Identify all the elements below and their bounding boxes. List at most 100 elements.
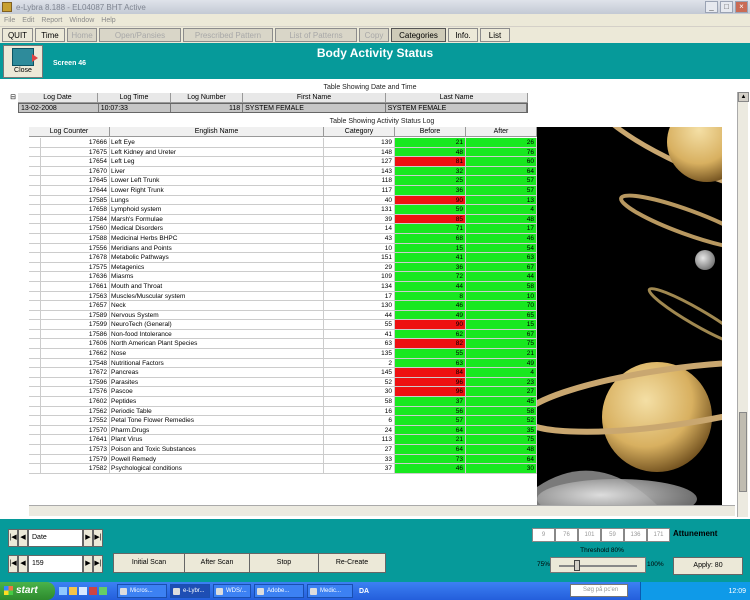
date-nav-field[interactable]: Date xyxy=(28,529,83,547)
table-row[interactable]: 17636 Miasms 109 72 44 xyxy=(29,272,537,282)
folder-icon[interactable] xyxy=(69,587,77,595)
menu-edit[interactable]: Edit xyxy=(22,17,34,24)
table-row[interactable]: 17556 Meridians and Points 10 15 54 xyxy=(29,243,537,254)
threshold-slider[interactable] xyxy=(550,557,646,573)
prev-record-icon[interactable]: ◀ xyxy=(18,555,28,573)
menu-report[interactable]: Report xyxy=(41,17,62,24)
maximize-button[interactable]: □ xyxy=(720,1,733,13)
table-row[interactable]: 17573 Poison and Toxic Substances 27 64 48 xyxy=(29,445,537,455)
open-pansies-button[interactable]: Open/Pansies xyxy=(99,28,181,42)
table-row[interactable]: 17575 Metagenics 29 36 67 xyxy=(29,262,537,273)
table-row[interactable]: 17585 Lungs 40 90 13 xyxy=(29,195,537,206)
table-row[interactable]: 17589 Nervous System 44 49 65 xyxy=(29,310,537,321)
prev-record-icon[interactable]: ◀ xyxy=(18,529,28,547)
table-row[interactable]: 17570 Pharm.Drugs 24 64 35 xyxy=(29,425,537,436)
table-row[interactable]: 17586 Non-food Intolerance 41 62 67 xyxy=(29,329,537,340)
slider-thumb[interactable] xyxy=(573,560,580,571)
table-row[interactable]: 17596 Parasites 52 96 23 xyxy=(29,377,537,388)
task-microsoft[interactable]: Micros... xyxy=(117,584,167,598)
table-row[interactable]: 17582 Psychological conditions 37 46 30 xyxy=(29,464,537,474)
table-row[interactable]: 17670 Liver 143 32 64 xyxy=(29,166,537,177)
re-create-button[interactable]: Re-Create xyxy=(318,553,386,573)
cell-log-counter: 17666 xyxy=(41,138,110,147)
record-nav-field[interactable]: 159 xyxy=(28,555,83,573)
minimize-button[interactable]: _ xyxy=(705,1,718,13)
prescribed-pattern-button[interactable]: Prescribed Pattern xyxy=(183,28,273,42)
cell-log-counter: 17658 xyxy=(41,205,110,214)
att-value: 9 xyxy=(532,528,555,542)
language-indicator[interactable]: DA xyxy=(359,588,369,595)
cell-english-name: Left Leg xyxy=(110,157,324,166)
apply-button[interactable]: Apply: 80 xyxy=(673,557,743,575)
task-wds[interactable]: WDS/... xyxy=(213,584,251,598)
last-record-icon[interactable]: ▶| xyxy=(93,529,103,547)
table-row[interactable]: 17658 Lymphoid system 131 59 4 xyxy=(29,205,537,215)
task-elybra[interactable]: e-Lybr... xyxy=(170,584,210,598)
scroll-up-arrow[interactable]: ▲ xyxy=(738,92,749,102)
task-adobe[interactable]: Adobe... xyxy=(254,584,304,598)
table-row[interactable]: 17560 Medical Disorders 14 71 17 xyxy=(29,224,537,234)
table-row[interactable]: 17675 Left Kidney and Ureter 148 48 76 xyxy=(29,147,537,158)
table-row[interactable]: 17644 Lower Right Trunk 117 36 57 xyxy=(29,185,537,196)
scroll-thumb[interactable] xyxy=(739,412,747,492)
table-row[interactable]: 17602 Peptides 58 37 45 xyxy=(29,397,537,407)
table-row[interactable]: 17606 North American Plant Species 63 82 75 xyxy=(29,339,537,350)
copy-button[interactable]: Copy xyxy=(359,28,389,42)
after-scan-button[interactable]: After Scan xyxy=(184,553,250,573)
list-button[interactable]: List xyxy=(480,28,510,42)
row-selector xyxy=(29,262,41,272)
quit-button[interactable]: QUIT xyxy=(2,28,33,42)
row-selector xyxy=(29,339,41,349)
list-of-patterns-button[interactable]: List of Patterns xyxy=(275,28,357,42)
table-row[interactable]: 17548 Nutritional Factors 2 63 49 xyxy=(29,358,537,369)
table-row[interactable]: 17678 Metabolic Pathways 151 41 63 xyxy=(29,253,537,263)
table-row[interactable]: 17657 Neck 130 46 70 xyxy=(29,301,537,311)
first-record-icon[interactable]: |◀ xyxy=(8,529,18,547)
home-button[interactable]: Home xyxy=(67,28,97,42)
app-icon[interactable] xyxy=(99,587,107,595)
menu-help[interactable]: Help xyxy=(101,17,115,24)
row-selector xyxy=(29,138,41,147)
table-row[interactable]: 17666 Left Eye 139 21 26 xyxy=(29,138,537,148)
table-row[interactable]: 17552 Petal Tone Flower Remedies 6 57 52 xyxy=(29,416,537,426)
expand-toggle[interactable]: ⊟ xyxy=(8,93,18,103)
horizontal-scrollbar[interactable] xyxy=(29,505,735,516)
table-row[interactable]: 17584 Marsh's Formulae 39 85 48 xyxy=(29,214,537,225)
cell-after: 30 xyxy=(466,464,537,473)
vertical-scrollbar[interactable]: ▲ xyxy=(737,92,749,517)
table-row[interactable]: 17672 Pancreas 145 84 4 xyxy=(29,368,537,378)
table-row[interactable]: 17576 Pascoe 30 96 27 xyxy=(29,387,537,398)
table-row[interactable]: 17661 Mouth and Throat 134 44 58 xyxy=(29,281,537,292)
table-row[interactable]: 17563 Muscles/Muscular system 17 8 10 xyxy=(29,291,537,302)
start-button[interactable]: start xyxy=(0,582,55,600)
info-button[interactable]: Info. xyxy=(448,28,478,42)
table-row[interactable]: 17599 NeuroTech (General) 55 90 15 xyxy=(29,320,537,330)
categories-button[interactable]: Categories xyxy=(391,28,446,42)
table-row[interactable]: 17562 Periodic Table 16 56 58 xyxy=(29,406,537,417)
desktop-icon[interactable] xyxy=(79,587,87,595)
time-button[interactable]: Time xyxy=(35,28,65,42)
app-icon[interactable] xyxy=(89,587,97,595)
menu-window[interactable]: Window xyxy=(69,17,94,24)
next-record-icon[interactable]: ▶ xyxy=(83,529,93,547)
table-row[interactable]: 17645 Lower Left Trunk 118 25 57 xyxy=(29,176,537,186)
menu-file[interactable]: File xyxy=(4,17,15,24)
table-row[interactable]: 17588 Medicinal Herbs BHPC 43 68 46 xyxy=(29,233,537,244)
stop-button[interactable]: Stop xyxy=(249,553,319,573)
table-row[interactable]: 17641 Plant Virus 113 21 75 xyxy=(29,435,537,445)
date-table-row[interactable]: 13-02-2008 10:07:33 118 SYSTEM FEMALE SY… xyxy=(18,103,528,113)
table-row[interactable]: 17654 Left Leg 127 81 60 xyxy=(29,157,537,167)
cell-category: 63 xyxy=(324,339,395,349)
table-row[interactable]: 17662 Nose 135 55 21 xyxy=(29,349,537,359)
search-input[interactable]: Søg på pc'en xyxy=(570,584,628,597)
ie-icon[interactable] xyxy=(59,587,67,595)
table-row[interactable]: 17579 Powell Remedy 33 73 64 xyxy=(29,454,537,465)
cell-english-name: Miasms xyxy=(110,272,324,281)
first-record-icon[interactable]: |◀ xyxy=(8,555,18,573)
task-medic[interactable]: Medic... xyxy=(307,584,353,598)
next-record-icon[interactable]: ▶ xyxy=(83,555,93,573)
close-window-button[interactable]: × xyxy=(735,1,748,13)
last-record-icon[interactable]: ▶| xyxy=(93,555,103,573)
initial-scan-button[interactable]: Initial Scan xyxy=(113,553,185,573)
close-screen-button[interactable]: Close xyxy=(3,45,43,78)
